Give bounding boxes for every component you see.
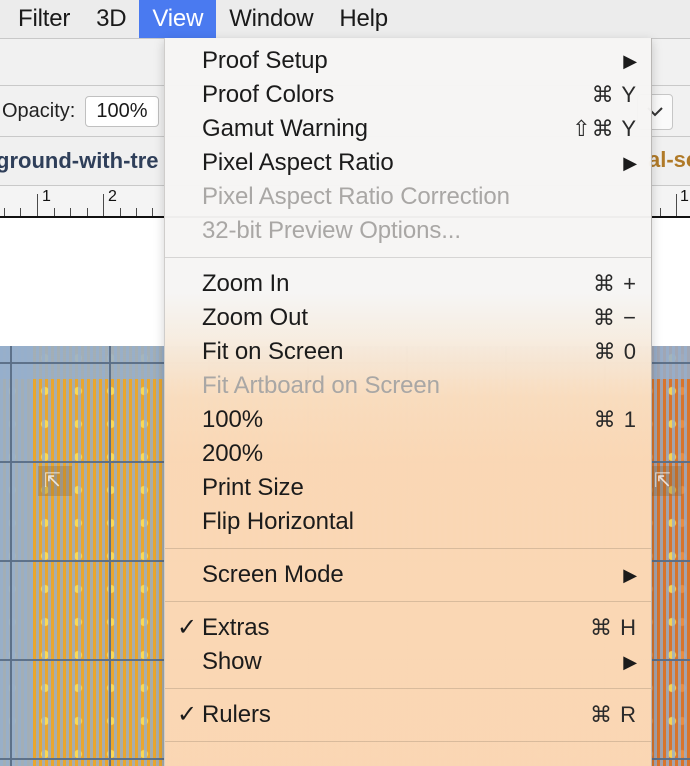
menu-item-label: Fit on Screen bbox=[202, 338, 344, 365]
menu-item-print-size[interactable]: Print Size bbox=[165, 471, 651, 505]
menu-window[interactable]: Window bbox=[216, 0, 326, 38]
menu-item-label: Zoom Out bbox=[202, 304, 308, 331]
menu-item-pixel-aspect-ratio[interactable]: Pixel Aspect Ratio ▶ bbox=[165, 146, 651, 180]
view-menu-items: Proof Setup ▶ Proof Colors ⌘ Y Gamut Warning… bbox=[165, 38, 651, 742]
menu-help[interactable]: Help bbox=[326, 0, 401, 38]
submenu-arrow-icon: ▶ bbox=[623, 565, 637, 585]
menu-item-screen-mode[interactable]: Screen Mode ▶ bbox=[165, 558, 651, 592]
menu-item-gamut-warning[interactable]: Gamut Warning ⇧⌘ Y bbox=[165, 112, 651, 146]
menu-3d-label: 3D bbox=[96, 5, 127, 32]
menu-item-100[interactable]: 100% ⌘ 1 bbox=[165, 403, 651, 437]
menu-item-label: 100% bbox=[202, 406, 263, 433]
menu-item-label: Fit Artboard on Screen bbox=[202, 372, 440, 399]
menu-item-label: Print Size bbox=[202, 474, 304, 501]
menu-filter-label: Filter bbox=[18, 5, 71, 32]
menu-item-label: Screen Mode bbox=[202, 561, 344, 588]
selection-marker: ⇱ bbox=[648, 466, 682, 496]
submenu-arrow-icon: ▶ bbox=[623, 652, 637, 672]
menu-item-fit-on-screen[interactable]: Fit on Screen ⌘ 0 bbox=[165, 335, 651, 369]
menu-item-label: Zoom In bbox=[202, 270, 290, 297]
menu-bar-items: Filter 3D View Window Help bbox=[0, 0, 690, 38]
menu-3d[interactable]: 3D bbox=[83, 0, 139, 38]
menu-item-label: 32-bit Preview Options... bbox=[202, 217, 461, 244]
menu-item-pixel-aspect-ratio-correction: Pixel Aspect Ratio Correction bbox=[165, 180, 651, 214]
menu-item-shortcut: ⌘ 1 bbox=[593, 407, 637, 432]
menu-item-fit-artboard-on-screen: Fit Artboard on Screen bbox=[165, 369, 651, 403]
menu-separator bbox=[165, 601, 651, 602]
menu-filter[interactable]: Filter bbox=[0, 0, 83, 38]
document-tab-title[interactable]: ground-with-tre bbox=[0, 148, 159, 174]
menu-item-shortcut: ⌘ H bbox=[590, 615, 637, 640]
menu-item-label: Show bbox=[202, 648, 262, 675]
ruler-mark: 2 bbox=[108, 188, 117, 205]
ruler-mark: 1 bbox=[42, 188, 51, 205]
menu-item-200[interactable]: 200% bbox=[165, 437, 651, 471]
menu-item-label: Extras bbox=[202, 614, 270, 641]
submenu-arrow-icon: ▶ bbox=[623, 51, 637, 71]
menu-item-label: Pixel Aspect Ratio bbox=[202, 149, 394, 176]
menu-view-label: View bbox=[152, 5, 204, 32]
photoshop-window: Opacity: 100% ground-with-tre al-sc 1 2 … bbox=[0, 0, 690, 766]
ruler-mark: 1 bbox=[680, 188, 689, 205]
menu-item-show[interactable]: Show ▶ bbox=[165, 645, 651, 679]
menu-item-label: Gamut Warning bbox=[202, 115, 368, 142]
menu-window-label: Window bbox=[229, 5, 314, 32]
menu-item-zoom-out[interactable]: Zoom Out ⌘ − bbox=[165, 301, 651, 335]
menu-item-zoom-in[interactable]: Zoom In ⌘ + bbox=[165, 267, 651, 301]
opacity-input[interactable]: 100% bbox=[85, 95, 159, 127]
menu-item-proof-setup[interactable]: Proof Setup ▶ bbox=[165, 44, 651, 78]
menu-item-shortcut: ⇧⌘ Y bbox=[572, 116, 637, 141]
menu-separator bbox=[165, 548, 651, 549]
menu-item-shortcut: ⌘ R bbox=[590, 702, 637, 727]
menu-item-label: Flip Horizontal bbox=[202, 508, 354, 535]
menu-item-rulers[interactable]: ✓ Rulers ⌘ R bbox=[165, 698, 651, 732]
menu-separator bbox=[165, 688, 651, 689]
menu-item-32-bit-preview-options: 32-bit Preview Options... bbox=[165, 214, 651, 248]
menu-item-label: Proof Colors bbox=[202, 81, 335, 108]
selection-marker: ⇱ bbox=[38, 466, 72, 496]
submenu-arrow-icon: ▶ bbox=[623, 153, 637, 173]
menu-item-shortcut: ⌘ − bbox=[593, 305, 637, 330]
menu-item-shortcut: ⌘ Y bbox=[591, 82, 637, 107]
document-tab-title-secondary[interactable]: al-sc bbox=[648, 147, 690, 173]
menu-separator bbox=[165, 741, 651, 742]
menu-item-flip-horizontal[interactable]: Flip Horizontal bbox=[165, 505, 651, 539]
menu-bar: Filter 3D View Window Help bbox=[0, 0, 690, 39]
view-dropdown-menu: Proof Setup ▶ Proof Colors ⌘ Y Gamut Warning… bbox=[164, 38, 652, 766]
menu-item-shortcut: ⌘ + bbox=[593, 271, 637, 296]
menu-item-proof-colors[interactable]: Proof Colors ⌘ Y bbox=[165, 78, 651, 112]
menu-separator bbox=[165, 257, 651, 258]
checkmark-icon: ✓ bbox=[177, 700, 198, 728]
menu-help-label: Help bbox=[339, 5, 388, 32]
menu-item-extras[interactable]: ✓ Extras ⌘ H bbox=[165, 611, 651, 645]
menu-view[interactable]: View bbox=[139, 0, 217, 38]
opacity-label: Opacity: bbox=[2, 99, 76, 122]
menu-item-shortcut: ⌘ 0 bbox=[593, 339, 637, 364]
menu-item-label: 200% bbox=[202, 440, 263, 467]
checkmark-icon: ✓ bbox=[177, 613, 198, 641]
menu-item-label: Proof Setup bbox=[202, 47, 328, 74]
menu-item-label: Rulers bbox=[202, 701, 271, 728]
menu-item-label: Pixel Aspect Ratio Correction bbox=[202, 183, 510, 210]
